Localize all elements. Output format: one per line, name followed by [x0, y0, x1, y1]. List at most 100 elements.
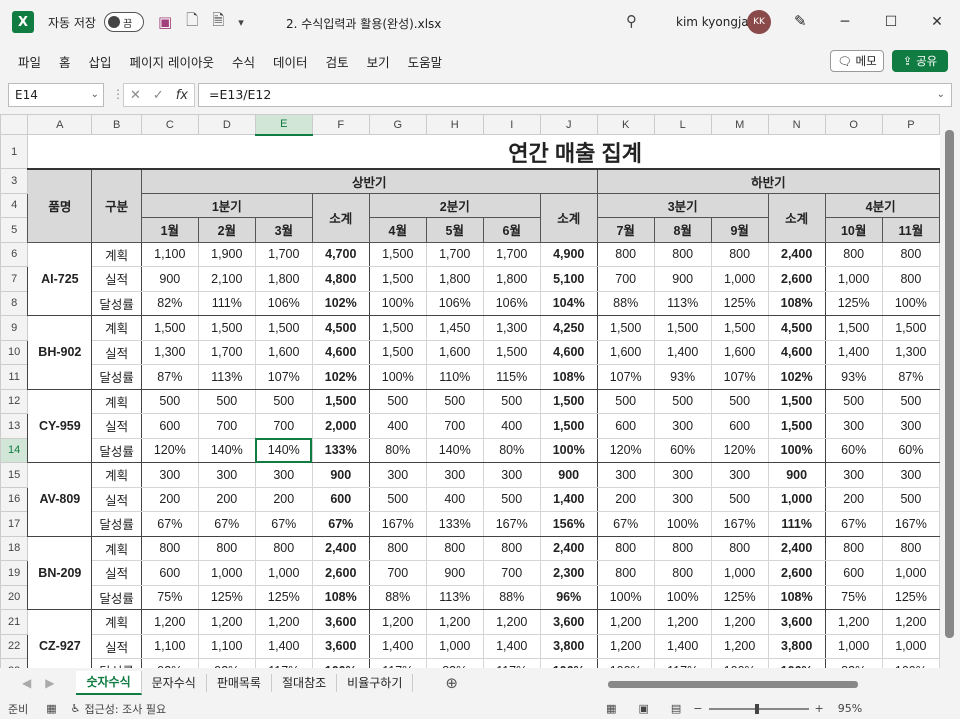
product-name[interactable]: AV-809: [27, 462, 93, 537]
data-cell[interactable]: 3,600: [311, 633, 370, 659]
column-header[interactable]: F: [311, 114, 370, 135]
tab-next-icon[interactable]: ▶: [45, 676, 54, 690]
row-header[interactable]: 19: [0, 560, 29, 586]
header-subtotal[interactable]: 소계: [539, 192, 598, 243]
data-cell[interactable]: 100%: [881, 290, 940, 316]
data-cell[interactable]: 1,500: [767, 388, 826, 414]
header-kind[interactable]: 구분: [91, 168, 142, 243]
data-cell[interactable]: 75%: [140, 584, 199, 610]
data-cell[interactable]: 700: [425, 413, 484, 439]
row-header[interactable]: 22: [0, 633, 29, 659]
column-header[interactable]: N: [767, 114, 826, 135]
add-sheet-icon[interactable]: ⊕: [445, 674, 458, 692]
save-icon[interactable]: ▣: [158, 13, 172, 31]
header-month[interactable]: 1월: [140, 217, 199, 243]
data-cell[interactable]: 100%: [653, 584, 712, 610]
data-cell[interactable]: 700: [596, 266, 655, 292]
vertical-scrollbar[interactable]: [940, 114, 960, 668]
data-cell[interactable]: 2,300: [539, 560, 598, 586]
data-cell[interactable]: 102%: [311, 364, 370, 390]
data-cell[interactable]: 67%: [140, 511, 199, 537]
data-cell[interactable]: 700: [254, 413, 313, 439]
header-month[interactable]: 4월: [368, 217, 427, 243]
zoom-level[interactable]: 95%: [838, 702, 862, 715]
data-cell[interactable]: 1,000: [425, 633, 484, 659]
data-cell[interactable]: 4,250: [539, 315, 598, 341]
row-header[interactable]: 4: [0, 192, 29, 218]
data-cell[interactable]: 100%: [653, 511, 712, 537]
data-cell[interactable]: 1,300: [881, 339, 940, 365]
data-cell[interactable]: 2,100: [197, 266, 256, 292]
data-cell[interactable]: 1,000: [710, 560, 769, 586]
data-cell[interactable]: 1,500: [311, 388, 370, 414]
sheet-tab[interactable]: 비율구하기: [337, 674, 414, 692]
data-cell[interactable]: 125%: [254, 584, 313, 610]
row-label[interactable]: 실적: [91, 486, 142, 512]
data-cell[interactable]: 500: [140, 388, 199, 414]
data-cell[interactable]: 1,200: [197, 609, 256, 635]
data-cell[interactable]: 1,700: [197, 339, 256, 365]
expand-formula-icon[interactable]: ⌄: [937, 84, 945, 106]
row-header[interactable]: 10: [0, 339, 29, 365]
row-label[interactable]: 실적: [91, 560, 142, 586]
data-cell[interactable]: 1,500: [197, 315, 256, 341]
header-month[interactable]: 8월: [653, 217, 712, 243]
data-cell[interactable]: 1,500: [368, 241, 427, 267]
data-cell[interactable]: 120%: [596, 437, 655, 463]
row-label[interactable]: 계획: [91, 609, 142, 635]
row-header[interactable]: 16: [0, 486, 29, 512]
data-cell[interactable]: 500: [824, 388, 883, 414]
data-cell[interactable]: 125%: [710, 584, 769, 610]
row-header[interactable]: 6: [0, 241, 29, 267]
data-cell[interactable]: 102%: [767, 364, 826, 390]
data-cell[interactable]: 108%: [311, 584, 370, 610]
hscroll-thumb[interactable]: [608, 681, 858, 688]
row-header[interactable]: 20: [0, 584, 29, 610]
data-cell[interactable]: 1,500: [710, 315, 769, 341]
data-cell[interactable]: 108%: [539, 364, 598, 390]
data-cell[interactable]: 800: [710, 535, 769, 561]
data-cell[interactable]: 600: [710, 413, 769, 439]
data-cell[interactable]: 1,500: [596, 315, 655, 341]
data-cell[interactable]: 1,400: [368, 633, 427, 659]
data-cell[interactable]: 1,500: [824, 315, 883, 341]
data-cell[interactable]: 111%: [767, 511, 826, 537]
data-cell[interactable]: 1,200: [710, 609, 769, 635]
data-cell[interactable]: 500: [881, 388, 940, 414]
data-cell[interactable]: 108%: [767, 584, 826, 610]
column-header[interactable]: G: [368, 114, 427, 135]
data-cell[interactable]: 800: [710, 241, 769, 267]
data-cell[interactable]: 1,800: [482, 266, 541, 292]
share-button[interactable]: ⇪ 공유: [892, 50, 948, 72]
data-cell[interactable]: 167%: [368, 511, 427, 537]
data-cell[interactable]: 800: [425, 535, 484, 561]
data-cell[interactable]: 1,600: [254, 339, 313, 365]
row-header[interactable]: 15: [0, 462, 29, 488]
product-name[interactable]: CZ-927: [27, 609, 93, 668]
data-cell[interactable]: 3,600: [539, 609, 598, 635]
data-cell[interactable]: 106%: [254, 290, 313, 316]
row-label[interactable]: 실적: [91, 266, 142, 292]
header-month[interactable]: 5월: [425, 217, 484, 243]
data-cell[interactable]: 140%: [254, 437, 313, 463]
data-cell[interactable]: 1,500: [254, 315, 313, 341]
data-cell[interactable]: 102%: [311, 290, 370, 316]
zoom-out-icon[interactable]: −: [693, 702, 702, 715]
header-subtotal[interactable]: 소계: [311, 192, 370, 243]
data-cell[interactable]: 1,200: [824, 609, 883, 635]
data-cell[interactable]: 700: [368, 560, 427, 586]
data-cell[interactable]: 4,600: [539, 339, 598, 365]
data-cell[interactable]: 500: [710, 388, 769, 414]
data-cell[interactable]: 92%: [140, 658, 199, 668]
data-cell[interactable]: 1,500: [539, 413, 598, 439]
data-cell[interactable]: 100%: [539, 437, 598, 463]
page-layout-icon[interactable]: ▣: [638, 702, 648, 715]
row-label[interactable]: 달성률: [91, 658, 142, 668]
data-cell[interactable]: 1,000: [710, 266, 769, 292]
name-box[interactable]: E14 ⌄: [8, 83, 104, 107]
tab-prev-icon[interactable]: ◀: [22, 676, 31, 690]
row-header[interactable]: 18: [0, 535, 29, 561]
data-cell[interactable]: 113%: [425, 584, 484, 610]
data-cell[interactable]: 67%: [596, 511, 655, 537]
column-header[interactable]: M: [710, 114, 769, 135]
